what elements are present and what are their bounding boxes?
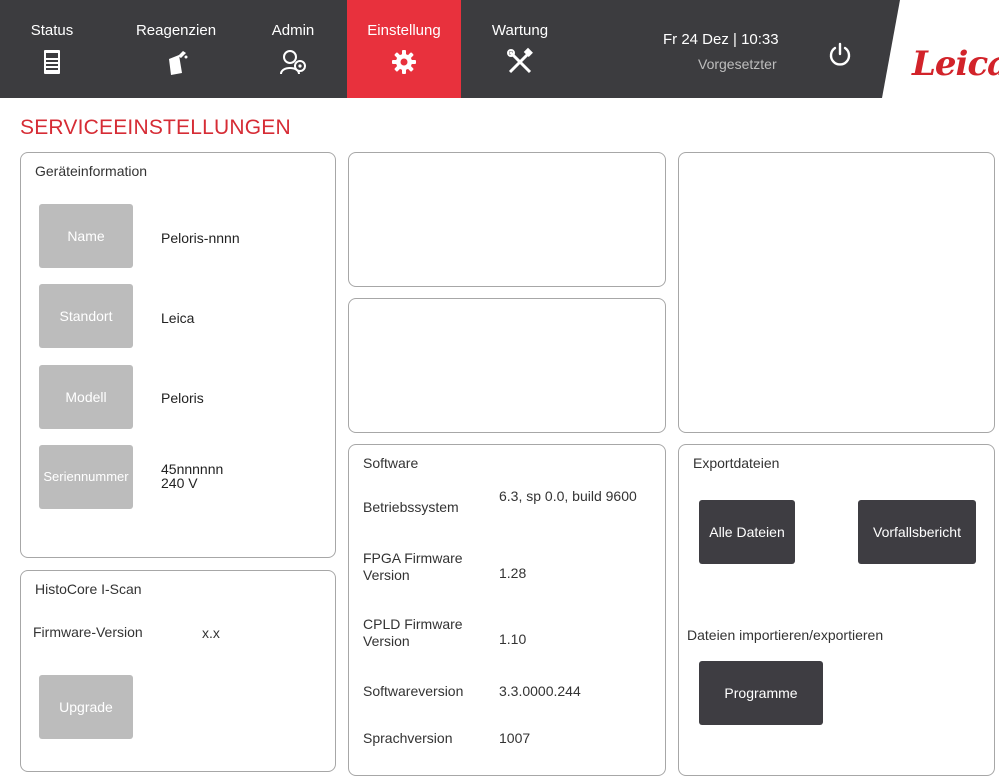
tools-icon [507, 47, 533, 74]
name-button[interactable]: Name [39, 204, 133, 268]
cpld-value: 1.10 [499, 631, 527, 647]
language-version-value: 1007 [499, 730, 531, 746]
tab-reagenzien-label: Reagenzien [135, 22, 217, 39]
software-panel: Software Betriebssystem 6.3, sp 0.0, bui… [348, 444, 666, 776]
voltage-value: 240 V [161, 475, 198, 491]
incident-report-button[interactable]: Vorfallsbericht [858, 500, 976, 564]
leica-logo: Leica [912, 44, 999, 84]
tab-einstellung-label: Einstellung [367, 22, 441, 39]
admin-user-icon [280, 50, 306, 75]
empty-panel-middle [348, 298, 666, 433]
os-label: Betriebssystem [363, 499, 459, 515]
import-export-label: Dateien importieren/exportieren [687, 627, 884, 643]
power-icon[interactable] [826, 41, 854, 69]
date-time: Fr 24 Dez | 10:33 [663, 31, 779, 48]
firmware-version-value: x.x [202, 625, 220, 641]
location-value: Leica [161, 310, 195, 326]
reagent-bottle-icon [169, 51, 188, 75]
fpga-value: 1.28 [499, 565, 527, 581]
empty-panel-top-middle [348, 152, 666, 287]
export-title: Exportdateien [693, 455, 780, 471]
language-version-label: Sprachversion [363, 730, 453, 746]
cpld-label: CPLD Firmware Version [363, 616, 463, 649]
firmware-version-label: Firmware-Version [33, 624, 143, 640]
tab-wartung[interactable]: Wartung [478, 0, 562, 98]
page-title: SERVICEEINSTELLUNGEN [20, 116, 291, 139]
empty-panel-right [678, 152, 995, 433]
export-panel: Exportdateien Alle Dateien Vorfallsberic… [678, 444, 995, 776]
iscan-title: HistoCore I-Scan [35, 581, 142, 597]
location-button[interactable]: Standort [39, 284, 133, 348]
software-version-label: Softwareversion [363, 683, 464, 699]
software-version-value: 3.3.0000.244 [499, 683, 581, 699]
tab-einstellung[interactable]: Einstellung [347, 0, 461, 98]
tab-wartung-label: Wartung [491, 22, 549, 39]
model-value: Peloris [161, 390, 204, 406]
settings-gear-icon [392, 50, 416, 74]
upgrade-button[interactable]: Upgrade [39, 675, 133, 739]
tab-status-label: Status [30, 22, 74, 39]
processor-icon [44, 50, 60, 74]
all-files-button[interactable]: Alle Dateien [699, 500, 795, 564]
tab-status[interactable]: Status [20, 0, 84, 98]
tab-reagenzien[interactable]: Reagenzien [126, 0, 226, 98]
top-navigation-bar: Status Reagenzien Admin Einstellung Wart… [0, 0, 999, 98]
device-info-title: Geräteinformation [35, 163, 148, 179]
model-button[interactable]: Modell [39, 365, 133, 429]
device-info-panel: Geräteinformation Name Peloris-nnnn Stan… [20, 152, 336, 558]
os-value: 6.3, sp 0.0, build 9600 [499, 488, 637, 504]
serial-number-button[interactable]: Seriennummer [39, 445, 133, 509]
fpga-label: FPGA Firmware Version [363, 550, 463, 583]
software-title: Software [363, 455, 419, 471]
tab-admin-label: Admin [271, 22, 315, 39]
programs-button[interactable]: Programme [699, 661, 823, 725]
tab-admin[interactable]: Admin [258, 0, 328, 98]
name-value: Peloris-nnnn [161, 230, 240, 246]
user-role: Vorgesetzter [698, 56, 777, 72]
iscan-panel: HistoCore I-Scan Firmware-Version x.x Up… [20, 570, 336, 772]
